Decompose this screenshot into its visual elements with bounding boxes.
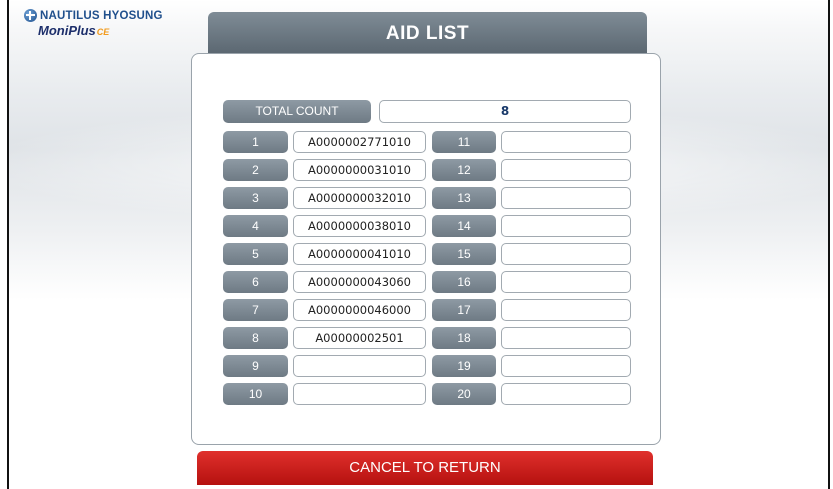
aid-value-left-4: A0000000038010 [293,215,426,237]
brand-name: NAUTILUS HYOSUNG [40,9,163,22]
aid-index-right-3: 13 [432,187,496,209]
aid-index-right-1: 11 [432,131,496,153]
aid-index-right-5: 15 [432,243,496,265]
aid-value-left-6: A0000000043060 [293,271,426,293]
aid-value-right-9 [501,355,631,377]
aid-index-left-8: 8 [223,327,288,349]
aid-value-left-3: A0000000032010 [293,187,426,209]
aid-index-left-7: 7 [223,299,288,321]
aid-index-left-6: 6 [223,271,288,293]
aid-index-left-3: 3 [223,187,288,209]
aid-index-right-2: 12 [432,159,496,181]
total-count-label: TOTAL COUNT [223,100,371,123]
aid-index-right-7: 17 [432,299,496,321]
aid-value-right-6 [501,271,631,293]
aid-index-left-5: 5 [223,243,288,265]
aid-index-left-10: 10 [223,383,288,405]
aid-value-right-7 [501,299,631,321]
aid-value-right-2 [501,159,631,181]
brand-logo: NAUTILUS HYOSUNG MoniPlusCE [24,9,163,38]
aid-index-right-8: 18 [432,327,496,349]
aid-value-right-1 [501,131,631,153]
aid-value-left-8: A00000002501 [293,327,426,349]
aid-value-left-1: A0000002771010 [293,131,426,153]
cancel-to-return-button[interactable]: CANCEL TO RETURN [197,451,653,485]
aid-index-left-1: 1 [223,131,288,153]
aid-value-left-10 [293,383,426,405]
globe-icon [24,9,37,22]
aid-value-left-9 [293,355,426,377]
total-count-value: 8 [379,100,631,123]
aid-index-left-9: 9 [223,355,288,377]
aid-value-right-3 [501,187,631,209]
aid-index-left-4: 4 [223,215,288,237]
aid-index-right-9: 19 [432,355,496,377]
aid-value-left-5: A0000000041010 [293,243,426,265]
page-title: AID LIST [208,12,647,55]
product-name: MoniPlusCE [38,23,110,38]
aid-value-right-4 [501,215,631,237]
aid-value-right-10 [501,383,631,405]
aid-index-right-6: 16 [432,271,496,293]
aid-index-right-4: 14 [432,215,496,237]
aid-value-right-8 [501,327,631,349]
aid-value-right-5 [501,243,631,265]
aid-index-left-2: 2 [223,159,288,181]
aid-index-right-10: 20 [432,383,496,405]
aid-value-left-7: A0000000046000 [293,299,426,321]
aid-value-left-2: A0000000031010 [293,159,426,181]
